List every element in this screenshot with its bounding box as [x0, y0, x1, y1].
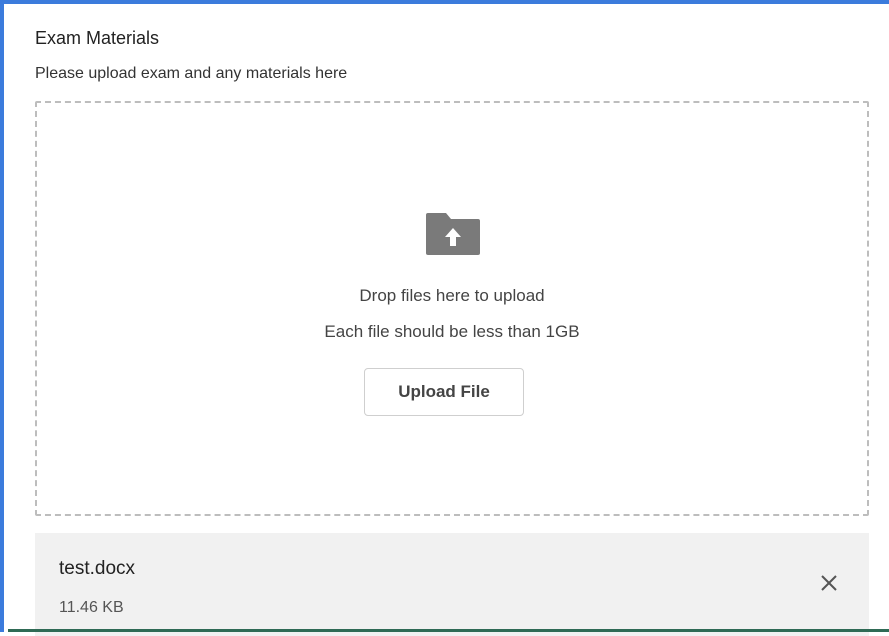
uploaded-file-item: test.docx 11.46 KB — [35, 533, 869, 636]
upload-file-button[interactable]: Upload File — [364, 368, 524, 416]
section-subtitle: Please upload exam and any materials her… — [35, 65, 348, 82]
file-name: test.docx — [59, 558, 136, 579]
folder-upload-icon — [426, 213, 480, 255]
file-size-limit: Each file should be less than 1GB — [324, 322, 580, 341]
remove-file-button[interactable] — [815, 569, 843, 597]
close-icon — [821, 575, 837, 591]
file-size: 11.46 KB — [59, 599, 124, 616]
upload-panel: Exam Materials Please upload exam and an… — [0, 0, 889, 636]
section-title: Exam Materials — [35, 28, 160, 48]
file-dropzone[interactable]: Drop files here to upload Each file shou… — [35, 101, 869, 516]
drop-instructions: Drop files here to upload — [359, 286, 545, 305]
